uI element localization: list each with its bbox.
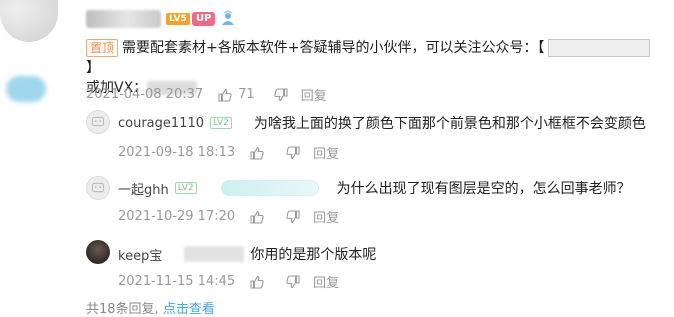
default-avatar-icon (91, 116, 105, 127)
commenter-avatar[interactable] (0, 0, 58, 42)
comment-date: 2021-04-08 20:37 (86, 87, 204, 102)
reply-row: keep宝 你用的是那个版本呢 (118, 244, 376, 264)
reply-date: 2021-11-15 14:45 (118, 274, 236, 289)
reply-button[interactable]: 回复 (301, 85, 327, 104)
thumbs-down-icon[interactable] (285, 274, 301, 290)
reply-level-badge: LV2 (174, 182, 197, 194)
thumbs-down-icon[interactable] (273, 87, 289, 103)
reply-avatar[interactable] (86, 176, 110, 200)
pinned-tag: 置顶 (86, 39, 119, 57)
thumbs-up-icon[interactable] (217, 87, 233, 103)
thumbs-up-icon[interactable] (249, 145, 265, 161)
blurred-mention (220, 180, 319, 196)
reply-button[interactable]: 回复 (313, 272, 339, 291)
reply-button[interactable]: 回复 (313, 143, 339, 162)
bracket-close: 】 (86, 60, 100, 76)
reply-count-text: 共18条回复, (86, 302, 159, 317)
reply-button[interactable]: 回复 (313, 207, 339, 226)
reply-row: courage1110 LV2 为啥我上面的换了颜色下面那个前景色和那个小框框不… (118, 113, 646, 133)
reply-username[interactable]: 一起ghh (118, 179, 169, 198)
reply-text: 为啥我上面的换了颜色下面那个前景色和那个小框框不会变颜色 (253, 116, 646, 132)
thumbs-down-icon[interactable] (285, 209, 301, 225)
reply-avatar[interactable] (86, 240, 110, 264)
comment-meta: 2021-04-08 20:37 71 回复 (86, 85, 327, 104)
reply-username[interactable]: keep宝 (118, 245, 162, 264)
reply-text: 你用的是那个版本呢 (250, 247, 377, 263)
default-avatar-icon (91, 182, 105, 193)
reply-level-badge: LV2 (210, 117, 232, 129)
blurred-username[interactable] (86, 10, 161, 28)
reply-text: 为什么出现了现有图层是空的，怎么回事老师？ (336, 181, 631, 197)
reply-count-footer: 共18条回复, 点击查看 (86, 298, 215, 317)
thumbs-up-icon[interactable] (249, 274, 265, 290)
reply-meta: 2021-10-29 17:20 回复 (118, 207, 339, 226)
level-badge: LV5 (166, 13, 190, 25)
vip-icon (222, 10, 234, 25)
reply-meta: 2021-11-15 14:45 回复 (118, 272, 339, 291)
blurred-account-name (548, 39, 651, 57)
blurred-blue-badge (6, 76, 46, 102)
reply-date: 2021-10-29 17:20 (118, 209, 236, 224)
reply-meta: 2021-09-18 18:13 回复 (118, 143, 339, 162)
blurred-mention (184, 246, 245, 262)
bracket-open: 【 (537, 40, 545, 56)
thumbs-up-icon[interactable] (249, 209, 265, 225)
expand-replies-link[interactable]: 点击查看 (163, 302, 215, 317)
reply-row: 一起ghh LV2 为什么出现了现有图层是空的，怎么回事老师？ (118, 178, 631, 198)
comment-text-part1: 需要配套素材+各版本软件+答疑辅导的小伙伴，可以关注公众号： (122, 40, 538, 56)
reply-date: 2021-09-18 18:13 (118, 145, 236, 160)
reply-avatar[interactable] (86, 110, 110, 134)
up-badge: UP (192, 12, 216, 26)
like-count: 71 (238, 87, 255, 102)
thumbs-down-icon[interactable] (285, 145, 301, 161)
reply-username[interactable]: courage1110 (118, 116, 204, 131)
